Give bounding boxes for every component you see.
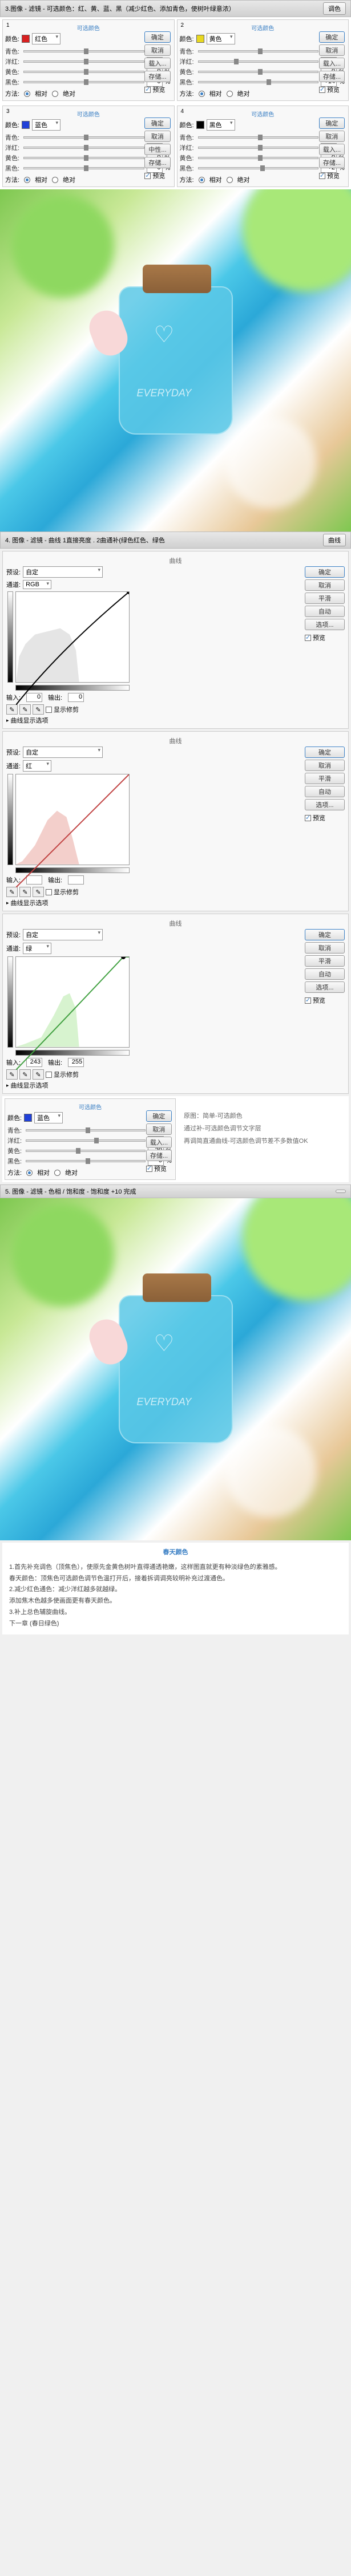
curve-graph-green[interactable]: [15, 956, 130, 1048]
eyedropper-white[interactable]: ✎: [33, 887, 44, 897]
color-select[interactable]: 蓝色: [34, 1112, 63, 1123]
curves-panel-red: 曲线 预设:自定 通道:红 输入: 输出: ✎ ✎ ✎ 显示修剪: [2, 731, 349, 911]
selcol-row-2: 3 可选颜色 颜色: 蓝色 确定 取消 中性... 存储... 预览 青色:0%…: [0, 103, 351, 189]
cancel-button[interactable]: 取消: [319, 131, 345, 142]
relative-radio[interactable]: [24, 91, 30, 97]
preview-checkbox[interactable]: [319, 173, 325, 179]
cancel-button[interactable]: 取消: [144, 44, 170, 56]
eyedropper-gray[interactable]: ✎: [19, 887, 31, 897]
eyedropper-white[interactable]: ✎: [33, 1069, 44, 1080]
step3-badge[interactable]: 调色: [323, 2, 346, 15]
step5-badge[interactable]: [336, 1190, 346, 1193]
selcol-row-1: 1 可选颜色 颜色: 红色 确定 取消 载入... 存储... 预览 青色:0%…: [0, 17, 351, 103]
save-button[interactable]: 存储...: [319, 157, 345, 168]
step3-header: 3.图像 - 滤镜 - 可选颜色：红、黄、蓝、黑（减少红色、添加青色，使树叶绿意…: [0, 0, 351, 17]
preset-select[interactable]: 自定: [23, 566, 103, 578]
ok-button[interactable]: 确定: [144, 31, 170, 43]
options-button[interactable]: 选项...: [305, 619, 345, 630]
preview-checkbox[interactable]: [305, 635, 311, 641]
load-button[interactable]: 载入...: [319, 144, 345, 155]
eyedropper-black[interactable]: ✎: [6, 887, 18, 897]
smooth-button[interactable]: 平滑: [305, 593, 345, 604]
selcol-panel-blue: 可选颜色 颜色: 蓝色 确定 取消 载入... 存储... 预览 青色:0% 洋…: [5, 1098, 176, 1180]
summary-title: 春天颜色: [9, 1547, 342, 1559]
selcol-panel-3: 3 可选颜色 颜色: 蓝色 确定 取消 中性... 存储... 预览 青色:0%…: [2, 106, 175, 187]
color-select[interactable]: 黑色: [207, 119, 235, 131]
load-button[interactable]: 载入...: [144, 58, 170, 69]
curves-panel-rgb: 曲线 预设:自定 通道:RGB 输入:0 输出:0 ✎ ✎ ✎ 显示修剪: [2, 551, 349, 729]
absolute-radio[interactable]: [52, 91, 58, 97]
ok-button[interactable]: 确定: [144, 117, 170, 129]
eyedropper-black[interactable]: ✎: [6, 1069, 18, 1080]
swatch-black: [196, 121, 204, 129]
swatch-yellow: [196, 35, 204, 43]
save-button[interactable]: 存储...: [319, 71, 345, 82]
yellow-slider[interactable]: [23, 71, 144, 73]
curve-graph-rgb[interactable]: [15, 591, 130, 683]
black-slider[interactable]: [23, 81, 144, 83]
color-select[interactable]: 红色: [32, 33, 60, 44]
color-select[interactable]: 黄色: [207, 33, 235, 44]
result-photo-2: ♡EVERYDAY: [0, 1198, 351, 1540]
preview-checkbox[interactable]: [319, 87, 325, 93]
show-clipping-checkbox[interactable]: [46, 707, 52, 713]
step4-title: 4. 图像 - 滤镜 - 曲线 1直接亮度 . 2曲通补(绿色红色、绿色: [5, 536, 165, 545]
channel-select[interactable]: 红: [23, 760, 51, 772]
channel-select[interactable]: 绿: [23, 943, 51, 954]
ok-button[interactable]: 确定: [305, 566, 345, 578]
selcol-notes: 原图：简单-可选颜色 通过补-可选颜色调节文字层 再调简直通曲线-可选颜色调节差…: [178, 1098, 346, 1180]
save-button[interactable]: 存储...: [144, 71, 170, 82]
ok-button[interactable]: 确定: [319, 31, 345, 43]
preset-select[interactable]: 自定: [23, 747, 103, 758]
cyan-slider[interactable]: [23, 50, 144, 52]
result-photo-1: ♡EVERYDAY: [0, 189, 351, 532]
neutral-button[interactable]: 中性...: [144, 144, 170, 155]
preset-select[interactable]: 自定: [23, 929, 103, 940]
step4-header: 4. 图像 - 滤镜 - 曲线 1直接亮度 . 2曲通补(绿色红色、绿色 曲线: [0, 532, 351, 549]
selcol-single-row: 可选颜色 颜色: 蓝色 确定 取消 载入... 存储... 预览 青色:0% 洋…: [2, 1096, 349, 1182]
selcol-panel-1: 1 可选颜色 颜色: 红色 确定 取消 载入... 存储... 预览 青色:0%…: [2, 19, 175, 101]
cancel-button[interactable]: 取消: [144, 131, 170, 142]
swatch-red: [22, 35, 30, 43]
curve-graph-red[interactable]: [15, 774, 130, 865]
swatch-blue: [22, 121, 30, 129]
preview-checkbox[interactable]: [144, 173, 151, 179]
auto-button[interactable]: 自动: [305, 606, 345, 617]
selcol-panel-4: 4 可选颜色 颜色: 黑色 确定 取消 载入... 存储... 预览 青色:0%…: [177, 106, 349, 187]
ok-button[interactable]: 确定: [319, 117, 345, 129]
preview-checkbox[interactable]: [144, 87, 151, 93]
step5-header: 5. 图像 - 滤镜 - 色相 / 饱和度 - 饱和度 +10 完成: [0, 1184, 351, 1198]
color-select[interactable]: 蓝色: [32, 119, 60, 131]
swatch-blue: [24, 1114, 32, 1122]
eyedropper-black[interactable]: ✎: [6, 704, 18, 715]
step3-title: 3.图像 - 滤镜 - 可选颜色：红、黄、蓝、黑（减少红色、添加青色，使树叶绿意…: [5, 4, 235, 13]
summary-notes: 春天颜色 1.首先补充调色（顶焦色），使原先金黄色树叶直得通透艳嫩，这样图直就更…: [2, 1543, 349, 1634]
step4-badge[interactable]: 曲线: [323, 534, 346, 546]
save-button[interactable]: 存储...: [144, 157, 170, 168]
load-button[interactable]: 载入...: [319, 58, 345, 69]
curves-panel-green: 曲线 预设:自定 通道:绿 输入:243 输出:255 ✎ ✎ ✎ 显示修剪: [2, 914, 349, 1094]
output-gradient: [7, 591, 13, 683]
curve-display-toggle[interactable]: 曲线显示选项: [11, 716, 49, 725]
eyedropper-gray[interactable]: ✎: [19, 1069, 31, 1080]
channel-select[interactable]: RGB: [23, 580, 51, 589]
cancel-button[interactable]: 取消: [319, 44, 345, 56]
magenta-slider[interactable]: [23, 60, 144, 63]
step5-title: 5. 图像 - 滤镜 - 色相 / 饱和度 - 饱和度 +10 完成: [5, 1187, 136, 1196]
eyedropper-white[interactable]: ✎: [33, 704, 44, 715]
eyedropper-gray[interactable]: ✎: [19, 704, 31, 715]
cancel-button[interactable]: 取消: [305, 579, 345, 591]
selcol-panel-2: 2 可选颜色 颜色: 黄色 确定 取消 载入... 存储... 预览 青色:0%…: [177, 19, 349, 101]
